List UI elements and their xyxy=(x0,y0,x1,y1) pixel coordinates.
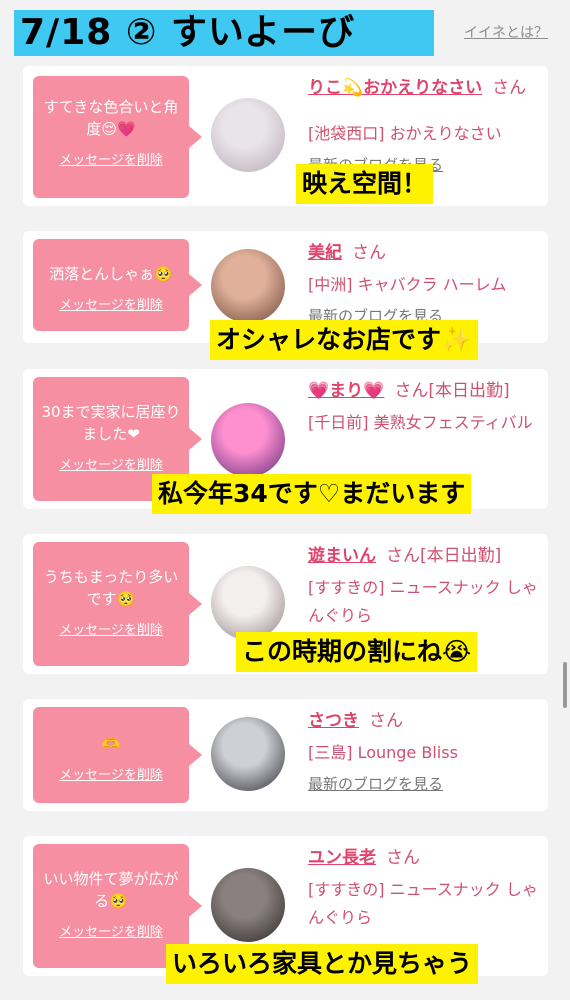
shop-label: [すすきの] ニュースナック しゃんぐりら xyxy=(308,578,538,625)
message-card: すてきな色合いと角度😌💗 メッセージを削除 りこ💫おかえりなさい さん [池袋西口… xyxy=(23,66,548,206)
honorific: さん xyxy=(492,78,527,98)
avatar[interactable] xyxy=(211,403,285,477)
message-text: 30まで実家に居座りました❤ xyxy=(41,403,181,443)
caption-overlay: この時期の割にね😭 xyxy=(236,632,478,672)
honorific: さん xyxy=(386,848,420,868)
delete-message-link[interactable]: メッセージを削除 xyxy=(41,619,181,638)
cast-name-link[interactable]: 遊まいん xyxy=(308,546,376,566)
honorific: さん xyxy=(369,711,403,731)
message-bubble: 洒落とんしゃぁ🥺 メッセージを削除 xyxy=(33,239,202,331)
cast-name-link[interactable]: さつき xyxy=(308,711,359,731)
blog-link[interactable]: 最新のブログを見る xyxy=(308,773,443,794)
page-title: 7/18 ② すいよーび xyxy=(14,10,434,56)
avatar[interactable] xyxy=(211,98,285,172)
delete-message-link[interactable]: メッセージを削除 xyxy=(41,921,181,940)
cast-name-link[interactable]: 💗まり💗 xyxy=(308,381,384,401)
caption-overlay: オシャレなお店です✨ xyxy=(210,320,479,360)
avatar[interactable] xyxy=(211,249,285,323)
message-text: いい物件て夢が広がる🥺 xyxy=(43,870,179,910)
message-text: すてきな色合いと角度😌💗 xyxy=(43,98,179,138)
caption-overlay: いろいろ家具とか見ちゃう xyxy=(166,944,479,984)
cast-name-link[interactable]: りこ💫おかえりなさい xyxy=(308,78,482,98)
shop-label: [三島] Lounge Bliss xyxy=(308,743,458,762)
delete-message-link[interactable]: メッセージを削除 xyxy=(41,764,181,783)
avatar[interactable] xyxy=(211,868,285,942)
scrollbar[interactable] xyxy=(563,662,567,708)
honorific: さん xyxy=(352,243,386,263)
message-bubble: うちもまったり多いです🥺 メッセージを削除 xyxy=(33,542,202,666)
avatar[interactable] xyxy=(211,717,285,791)
shop-label: [中洲] キャバクラ ハーレム xyxy=(308,275,507,294)
delete-message-link[interactable]: メッセージを削除 xyxy=(41,294,181,313)
message-bubble: 🫶 メッセージを削除 xyxy=(33,707,202,803)
caption-overlay: 映え空間！ xyxy=(296,164,434,204)
what-is-like-link[interactable]: イイネとは？ xyxy=(464,22,548,42)
message-bubble: すてきな色合いと角度😌💗 メッセージを削除 xyxy=(33,76,202,198)
delete-message-link[interactable]: メッセージを削除 xyxy=(41,454,181,473)
caption-overlay: 私今年34です♡まだいます xyxy=(152,474,472,514)
shop-label: [すすきの] ニュースナック しゃんぐりら xyxy=(308,880,538,927)
cast-name-link[interactable]: 美紀 xyxy=(308,243,342,263)
honorific: さん xyxy=(394,381,429,401)
avatar[interactable] xyxy=(211,566,285,640)
honorific: さん xyxy=(386,546,420,566)
status-badge: [本日出勤] xyxy=(428,381,510,401)
message-text: 🫶 xyxy=(101,735,121,753)
delete-message-link[interactable]: メッセージを削除 xyxy=(41,149,181,168)
message-card: 🫶 メッセージを削除 さつき さん [三島] Lounge Bliss 最新のブロ… xyxy=(23,699,548,811)
cast-name-link[interactable]: ユン長老 xyxy=(308,848,376,868)
message-text: うちもまったり多いです🥺 xyxy=(43,568,179,608)
shop-label: [池袋西口] おかえりなさい xyxy=(308,124,502,143)
status-badge: [本日出勤] xyxy=(420,546,502,566)
message-text: 洒落とんしゃぁ🥺 xyxy=(49,265,173,283)
shop-label: [千日前] 美熟女フェスティバル xyxy=(308,413,533,432)
